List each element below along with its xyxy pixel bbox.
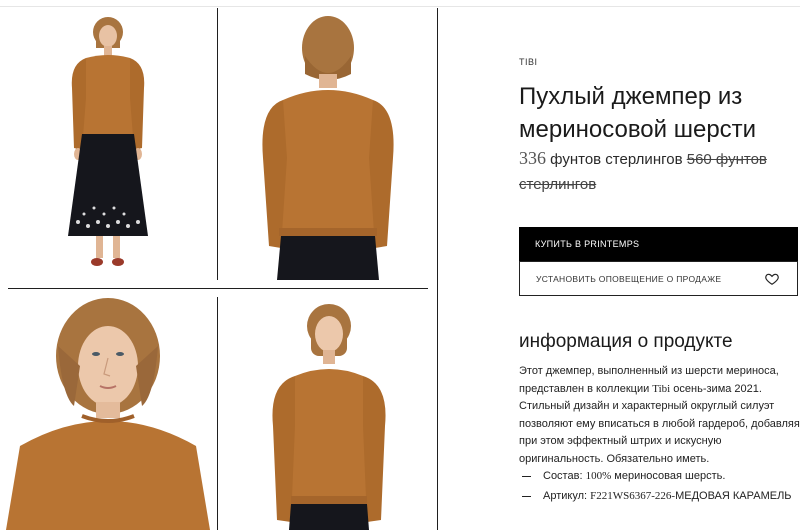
heart-icon[interactable]: [765, 272, 779, 286]
product-photo-back[interactable]: [219, 8, 437, 280]
spec-composition-label: Состав:: [543, 470, 586, 482]
gallery-divider-vertical-top: [217, 8, 218, 280]
sale-alert-label: УСТАНОВИТЬ ОПОВЕЩЕНИЕ О ПРОДАЖЕ: [536, 273, 722, 284]
product-description: Этот джемпер, выполненный из шерсти мери…: [519, 363, 800, 468]
description-brand: Tibi: [652, 382, 671, 395]
buy-button-label: КУПИТЬ В PRINTEMPS: [535, 239, 640, 249]
product-specs: Состав: 100% мериносовая шерсть. Артикул…: [519, 468, 799, 508]
set-sale-alert-button[interactable]: УСТАНОВИТЬ ОПОВЕЩЕНИЕ О ПРОДАЖЕ: [519, 261, 798, 296]
price-block: 336 фунтов стерлингов 560 фунтов стерлин…: [519, 146, 789, 197]
spec-sku-label: Артикул:: [543, 490, 591, 502]
product-info-heading: информация о продукте: [519, 331, 733, 352]
spec-composition-rest: мериносовая шерсть.: [611, 470, 726, 482]
price-current-currency: фунтов стерлингов: [550, 151, 683, 168]
product-photo-closeup[interactable]: [0, 296, 217, 530]
spec-sku-rest: МЕДОВАЯ КАРАМЕЛЬ: [675, 490, 792, 502]
spec-sku: Артикул: F221WS6367-226-МЕДОВАЯ КАРАМЕЛЬ: [519, 488, 799, 505]
spec-composition: Состав: 100% мериносовая шерсть.: [519, 468, 799, 485]
price-current-amount: 336: [519, 148, 546, 168]
spec-sku-value: F221WS6367-226-: [590, 490, 676, 502]
product-photo-front-crop[interactable]: [219, 296, 437, 530]
spec-composition-value: 100%: [585, 470, 612, 482]
brand-name[interactable]: TIBI: [519, 57, 538, 67]
gallery-divider-horizontal: [8, 288, 428, 289]
product-title: Пухлый джемпер из мериносовой шерсти: [519, 83, 757, 143]
buy-at-printemps-button[interactable]: КУПИТЬ В PRINTEMPS: [519, 227, 798, 261]
product-photo-front-full[interactable]: [0, 8, 217, 286]
gallery-divider-vertical-bottom: [217, 297, 218, 530]
gallery-divider-right: [437, 8, 438, 530]
top-divider: [0, 0, 800, 7]
